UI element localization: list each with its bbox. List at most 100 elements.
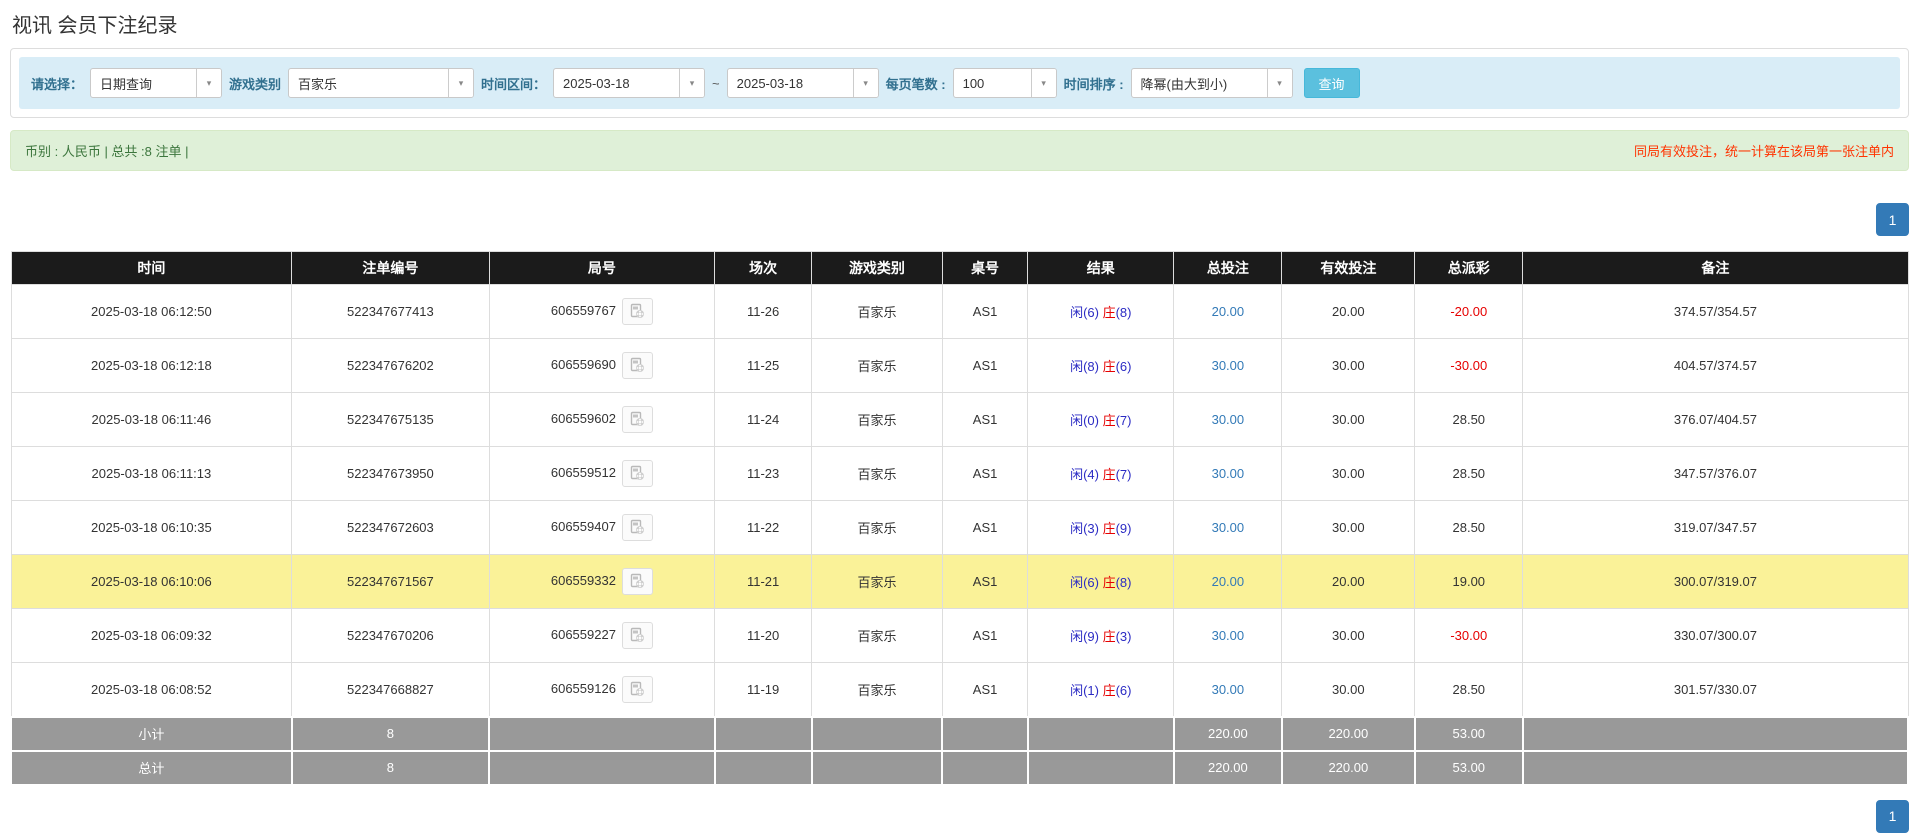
cell-remark: 300.07/319.07 (1522, 554, 1909, 609)
chevron-down-icon: ▾ (196, 69, 222, 97)
cell-payout: 28.50 (1414, 446, 1524, 501)
cell-total-bet[interactable]: 20.00 (1173, 284, 1283, 339)
cell-bet-id: 522347673950 (291, 446, 490, 501)
query-type-value: 日期查询 (100, 76, 153, 92)
search-button[interactable]: 查询 (1303, 68, 1360, 98)
video-replay-button[interactable] (621, 298, 653, 325)
cell-bet-id: 522347675135 (291, 392, 490, 447)
cell-time: 2025-03-18 06:11:46 (10, 392, 293, 447)
cell-total-bet[interactable]: 30.00 (1173, 338, 1283, 393)
cell-payout: 28.50 (1414, 392, 1524, 447)
cell-valid-bet: 30.00 (1281, 392, 1416, 447)
video-replay-button[interactable] (621, 675, 653, 703)
cell-result: 闲(4) 庄(7) (1027, 446, 1175, 501)
film-icon (630, 627, 644, 642)
result-player: 闲(9) (1070, 629, 1099, 644)
video-replay-button[interactable] (621, 406, 653, 433)
round-number: 606559767 (550, 302, 616, 318)
cell-total-bet[interactable]: 30.00 (1173, 608, 1283, 663)
cell-session: 11-23 (714, 446, 812, 501)
cell-table-no: AS1 (941, 284, 1029, 339)
cell-bet-id: 522347676202 (291, 338, 490, 393)
col-time: 时间 (10, 251, 293, 285)
col-session: 场次 (714, 251, 812, 285)
cell-payout: 28.50 (1414, 500, 1524, 555)
cell-session: 11-20 (714, 608, 812, 663)
chevron-down-icon: ▾ (679, 69, 705, 97)
date-to-value: 2025-03-18 (736, 75, 804, 91)
cell-total-bet[interactable]: 30.00 (1173, 392, 1283, 447)
total-payout: 53.00 (1413, 749, 1524, 786)
result-banker: 庄 (1102, 467, 1116, 482)
film-icon (630, 573, 644, 588)
col-payout: 总派彩 (1414, 251, 1524, 285)
cell-time: 2025-03-18 06:12:50 (10, 284, 293, 339)
cell-time: 2025-03-18 06:08:52 (10, 662, 293, 717)
cell-payout: -20.00 (1414, 284, 1524, 339)
cell-total-bet[interactable]: 30.00 (1173, 662, 1283, 717)
page-1-button[interactable]: 1 (1876, 203, 1909, 236)
cell-total-bet[interactable]: 20.00 (1173, 554, 1283, 609)
table-row: 2025-03-18 06:10:06 522347671567 6065593… (10, 554, 1909, 609)
subtotal-total-bet: 220.00 (1172, 715, 1283, 752)
result-player: 闲(3) (1070, 521, 1099, 536)
col-remark: 备注 (1522, 251, 1909, 285)
cell-round: 606559227 (488, 608, 716, 663)
sort-order-dropdown[interactable]: 降幂(由大到小) ▾ (1130, 68, 1293, 98)
col-round: 局号 (488, 251, 716, 285)
summary-bar: 币别 : 人民币 | 总共 :8 注单 | 同局有效投注，统一计算在该局第一张注… (10, 130, 1909, 171)
page-1-button[interactable]: 1 (1876, 799, 1909, 833)
cell-game-type: 百家乐 (811, 338, 943, 393)
round-number: 606559227 (550, 626, 616, 642)
table-footer: 小计 8 220.00 220.00 53.00 总计 8 220.00 220… (10, 715, 1910, 786)
cell-payout: -30.00 (1414, 608, 1524, 663)
chevron-down-icon: ▾ (448, 69, 474, 97)
video-replay-button[interactable] (621, 622, 653, 649)
game-type-dropdown[interactable]: 百家乐 ▾ (288, 68, 475, 98)
sort-order-value: 降幂(由大到小) (1140, 76, 1228, 92)
pagination-bottom: 1 (10, 799, 1909, 833)
time-range-label: 时间区间： (481, 76, 547, 92)
round-number: 606559126 (550, 680, 616, 696)
result-banker-value: (8) (1115, 305, 1132, 320)
video-replay-button[interactable] (621, 514, 653, 541)
cell-total-bet[interactable]: 30.00 (1173, 446, 1283, 501)
col-game-type: 游戏类别 (811, 251, 943, 285)
result-player: 闲(1) (1070, 682, 1099, 698)
result-banker-value: (6) (1115, 682, 1132, 698)
cell-time: 2025-03-18 06:10:06 (10, 554, 293, 609)
total-valid-bet: 220.00 (1280, 749, 1416, 786)
query-type-dropdown[interactable]: 日期查询 ▾ (90, 68, 223, 98)
video-replay-button[interactable] (621, 460, 653, 487)
cell-round: 606559126 (488, 662, 716, 717)
cell-total-bet[interactable]: 30.00 (1173, 500, 1283, 555)
result-banker: 庄 (1102, 682, 1116, 698)
chevron-down-icon: ▾ (852, 69, 878, 97)
col-valid-bet: 有效投注 (1281, 251, 1416, 285)
cell-time: 2025-03-18 06:11:13 (10, 446, 293, 501)
subtotal-label: 小计 (10, 715, 293, 752)
grand-total-row: 总计 8 220.00 220.00 53.00 (10, 749, 1910, 786)
round-number: 606559332 (550, 572, 616, 588)
cell-remark: 330.07/300.07 (1522, 608, 1909, 663)
round-number: 606559407 (550, 518, 616, 534)
per-page-dropdown[interactable]: 100 ▾ (952, 68, 1057, 98)
cell-session: 11-21 (714, 554, 812, 609)
video-replay-button[interactable] (621, 352, 653, 379)
subtotal-payout: 53.00 (1413, 715, 1524, 752)
col-result: 结果 (1027, 251, 1175, 285)
cell-game-type: 百家乐 (811, 608, 943, 663)
table-row: 2025-03-18 06:11:13 522347673950 6065595… (10, 446, 1909, 501)
date-from-picker[interactable]: 2025-03-18 ▾ (553, 68, 706, 98)
cell-remark: 404.57/374.57 (1522, 338, 1909, 393)
cell-game-type: 百家乐 (811, 554, 943, 609)
chevron-down-icon: ▾ (1030, 69, 1056, 97)
date-to-picker[interactable]: 2025-03-18 ▾ (726, 68, 879, 98)
col-table-no: 桌号 (941, 251, 1029, 285)
cell-table-no: AS1 (941, 608, 1029, 663)
video-replay-button[interactable] (621, 568, 653, 595)
cell-game-type: 百家乐 (811, 446, 943, 501)
cell-game-type: 百家乐 (811, 392, 943, 447)
result-banker: 庄 (1102, 521, 1116, 536)
pagination-top: 1 (10, 203, 1909, 236)
